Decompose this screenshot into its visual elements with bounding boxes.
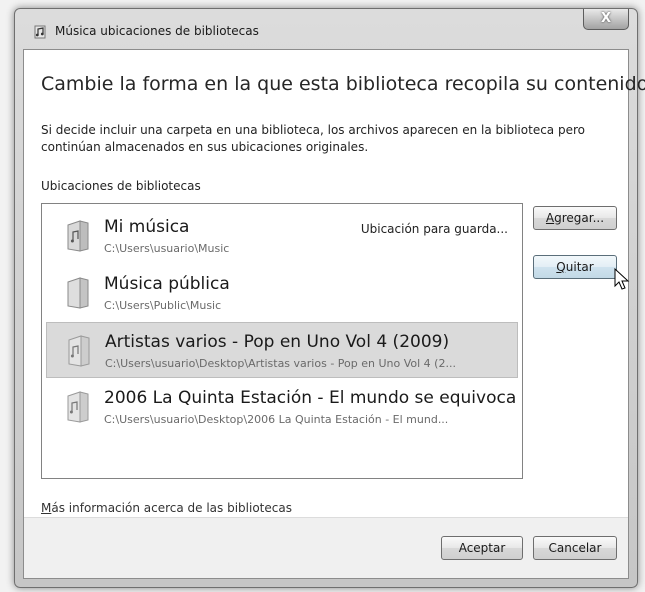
window-title: Música ubicaciones de bibliotecas [55,24,259,38]
music-folder-icon [67,220,89,252]
music-folder-icon [67,391,89,423]
save-location-status: Ubicación para guarda... [360,222,508,236]
add-button-label: gregar... [554,211,605,225]
music-library-icon [34,25,46,39]
remove-button-label: uitar [565,260,594,274]
location-path: C:\Users\usuario\Desktop\2006 La Quinta … [104,413,449,426]
title-bar[interactable]: Música ubicaciones de bibliotecas X [15,9,637,49]
more-info-label: ás información acerca de las bibliotecas [51,501,292,515]
cancel-button[interactable]: Cancelar [533,536,617,560]
dialog-content: Cambie la forma en la que esta bibliotec… [23,49,645,579]
location-path: C:\Users\usuario\Music [104,242,230,255]
locations-list[interactable]: Mi música C:\Users\usuario\Music Ubicaci… [41,203,523,479]
mouse-cursor-icon [614,268,630,290]
close-button[interactable]: X [583,9,629,30]
location-name: Mi música [104,217,190,237]
remove-button[interactable]: Quitar [533,255,617,279]
dialog-description: Si decide incluir una carpeta en una bib… [41,123,585,154]
list-item[interactable]: Mi música C:\Users\usuario\Music Ubicaci… [46,208,518,264]
close-icon: X [600,11,612,26]
more-info-accelerator: M [41,501,52,515]
ok-button[interactable]: Aceptar [441,536,523,560]
add-button-accelerator: A [545,211,555,225]
more-info-link[interactable]: Más información acerca de las biblioteca… [41,501,292,515]
location-path: C:\Users\Public\Music [104,299,222,312]
location-name: 2006 La Quinta Estación - El mundo se eq… [104,388,517,408]
list-item[interactable]: Música pública C:\Users\Public\Music [46,265,518,321]
remove-button-accelerator: Q [556,260,566,274]
list-item-selected[interactable]: Artistas varios - Pop en Uno Vol 4 (2009… [46,322,518,378]
location-name: Artistas varios - Pop en Uno Vol 4 (2009… [105,332,450,352]
list-item[interactable]: 2006 La Quinta Estación - El mundo se eq… [46,379,518,435]
add-button[interactable]: Agregar... [533,206,617,230]
folder-icon [67,277,89,309]
location-name: Música pública [104,274,230,294]
library-locations-dialog: Música ubicaciones de bibliotecas X Camb… [14,8,645,588]
music-folder-icon [68,335,90,367]
dialog-headline: Cambie la forma en la que esta bibliotec… [41,73,645,95]
locations-label: Ubicaciones de bibliotecas [41,179,201,193]
dialog-footer: Aceptar Cancelar [24,517,628,578]
location-path: C:\Users\usuario\Desktop\Artistas varios… [105,357,456,370]
